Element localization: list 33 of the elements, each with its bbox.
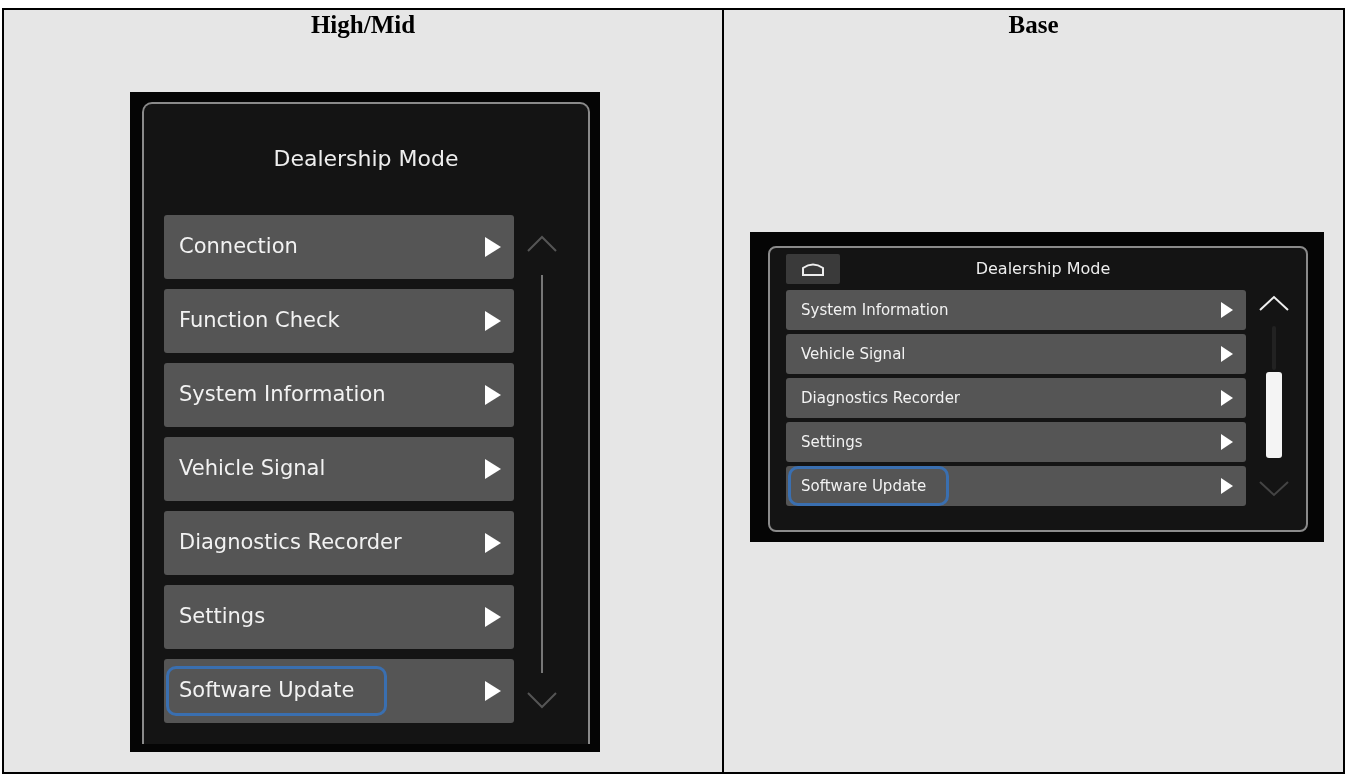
play-arrow-icon [484, 606, 502, 628]
home-button[interactable] [786, 254, 840, 284]
menu-item[interactable]: Function Check [164, 289, 514, 353]
play-arrow-icon [484, 310, 502, 332]
play-arrow-icon [484, 680, 502, 702]
play-arrow-icon [484, 532, 502, 554]
menu-item[interactable]: Software Update [164, 659, 514, 723]
menu-item[interactable]: Diagnostics Recorder [164, 511, 514, 575]
screen-title: Dealership Mode [974, 258, 1112, 280]
menu-item[interactable]: Connection [164, 215, 514, 279]
menu-item[interactable]: Software Update [786, 466, 1246, 506]
scroll-down-icon[interactable] [527, 692, 557, 709]
play-arrow-icon [1220, 301, 1234, 319]
menu-item[interactable]: Diagnostics Recorder [786, 378, 1246, 418]
play-arrow-icon [484, 384, 502, 406]
column-heading: Base [1007, 10, 1060, 40]
scrollbar-thumb[interactable] [1266, 372, 1282, 458]
play-arrow-icon [1220, 477, 1234, 495]
menu-item[interactable]: Settings [164, 585, 514, 649]
column-heading: High/Mid [309, 10, 417, 40]
menu-item[interactable]: Vehicle Signal [164, 437, 514, 501]
menu-item[interactable]: System Information [164, 363, 514, 427]
menu-item[interactable]: Vehicle Signal [786, 334, 1246, 374]
play-arrow-icon [484, 236, 502, 258]
play-arrow-icon [1220, 345, 1234, 363]
home-icon [801, 261, 825, 277]
menu-item[interactable]: System Information [786, 290, 1246, 330]
scroll-down-icon[interactable] [1259, 481, 1289, 497]
play-arrow-icon [1220, 389, 1234, 407]
screen-title: Dealership Mode [272, 145, 460, 173]
play-arrow-icon [484, 458, 502, 480]
menu-item[interactable]: Settings [786, 422, 1246, 462]
play-arrow-icon [1220, 433, 1234, 451]
